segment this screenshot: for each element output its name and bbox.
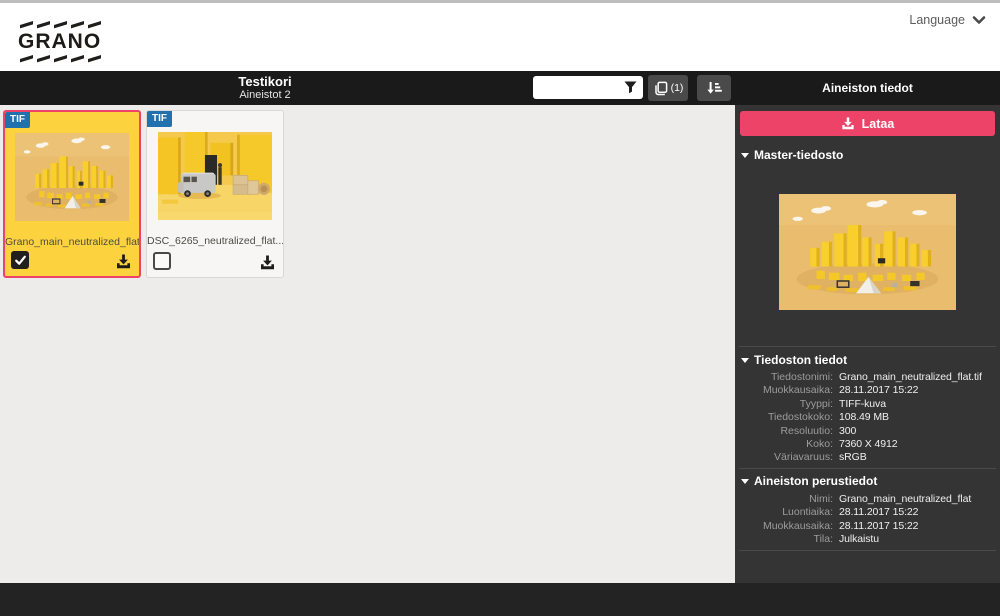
section-divider [739,346,996,347]
logo-text: GRANO [18,30,101,53]
section-title: Aineiston perustiedot [754,474,878,488]
collapse-caret-icon [741,152,749,158]
download-icon[interactable] [259,255,276,270]
details-panel: Lataa Master-tiedosto Tiedoston tiedot T… [735,105,1000,583]
detail-row: Nimi: Grano_main_neutralized_flat [735,493,998,506]
section-tiedoston-tiedot[interactable]: Tiedoston tiedot [741,353,847,367]
master-file-preview[interactable] [778,193,957,311]
section-divider [739,468,996,469]
footer-bar [0,583,1000,616]
detail-label: Koko: [806,438,833,451]
detail-value: 28.11.2017 15:22 [839,506,919,519]
toolbar: Testikori Aineistot 2 Aineiston tiedot [0,71,1000,105]
detail-row: Tiedostonimi: Grano_main_neutralized_fla… [735,371,998,384]
download-button[interactable]: Lataa [740,111,995,136]
detail-value: 300 [839,424,857,437]
detail-row: Tila: Julkaistu [735,533,998,546]
detail-label: Muokkausaika: [762,519,833,532]
asset-filename: Grano_main_neutralized_flat [5,236,139,248]
detail-value: 28.11.2017 15:22 [839,519,919,532]
download-button-label: Lataa [861,116,895,131]
collapse-caret-icon [741,357,749,363]
detail-row: Koko: 7360 X 4912 [735,438,998,451]
toolbar-title-block: Testikori Aineistot 2 [0,71,530,105]
detail-label: Tiedostonimi: [770,371,833,383]
app-window: GRANO Language Testikori Aineistot 2 Ain… [0,0,1000,616]
section-master-tiedosto[interactable]: Master-tiedosto [741,148,843,162]
language-dropdown[interactable]: Language [909,13,986,27]
detail-row: Luontiaika: 28.11.2017 15:22 [735,506,998,519]
asset-filename: DSC_6265_neutralized_flat... [147,235,283,247]
asset-thumbnail[interactable] [158,132,272,220]
file-details-list: Tiedostonimi: Grano_main_neutralized_fla… [735,371,998,465]
copies-icon [654,81,667,95]
download-icon[interactable] [115,254,132,269]
search-box [533,76,643,99]
basket-count: Aineistot 2 [239,88,291,101]
asset-checkbox-unchecked[interactable] [153,252,171,270]
detail-row: Resoluutio: 300 [735,425,998,438]
detail-row: Tiedostokoko: 108.49 MB [735,411,998,424]
grano-logo-graphic: GRANO [18,21,101,63]
asset-card-selected[interactable]: TIF Grano_main_neutralized_flat [3,110,141,278]
filetype-badge: TIF [5,112,30,128]
sort-amount-icon [707,82,722,94]
detail-value: Grano_main_neutralized_flat [839,493,972,505]
page-header: GRANO Language [0,3,1000,71]
section-title: Tiedoston tiedot [754,353,848,367]
section-divider [739,550,996,551]
basket-title: Testikori [238,73,292,89]
detail-label: Muokkausaika: [762,384,833,397]
chevron-down-icon [972,16,986,24]
detail-label: Resoluutio: [780,424,833,437]
detail-row: Väriavaruus: sRGB [735,451,998,464]
asset-checkbox-checked[interactable] [11,251,29,269]
detail-label: Nimi: [809,493,833,505]
detail-value: 108.49 MB [839,411,889,424]
selection-count-label: (1) [670,82,684,94]
asset-grid: TIF Grano_main_neutralized_flat TIF DSC_… [0,105,735,583]
detail-label: Väriavaruus: [774,451,833,464]
detail-value: Grano_main_neutralized_flat.tif [839,371,982,383]
detail-value: 7360 X 4912 [839,438,898,451]
detail-label: Tyyppi: [799,397,833,410]
section-aineiston-perustiedot[interactable]: Aineiston perustiedot [741,474,877,488]
detail-value: sRGB [839,451,867,464]
collapse-caret-icon [741,478,749,484]
panel-header-title: Aineiston tiedot [822,81,913,95]
filetype-badge: TIF [147,111,172,127]
language-label: Language [909,13,965,27]
filter-funnel-icon[interactable] [624,81,637,94]
detail-label: Tila: [813,533,833,546]
detail-value: Julkaistu [839,533,879,546]
detail-value: 28.11.2017 15:22 [839,384,919,397]
asset-card[interactable]: TIF DSC_6265_neutralized_flat... [146,110,284,278]
detail-value: TIFF-kuva [839,397,886,410]
grano-logo[interactable]: GRANO [12,15,108,65]
section-title: Master-tiedosto [754,148,844,162]
asset-thumbnail[interactable] [15,133,129,221]
selection-count-button[interactable]: (1) [648,75,688,101]
detail-row: Muokkausaika: 28.11.2017 15:22 [735,384,998,397]
detail-label: Tiedostokoko: [768,411,833,424]
detail-row: Muokkausaika: 28.11.2017 15:22 [735,520,998,533]
download-icon [842,117,854,130]
detail-row: Tyyppi: TIFF-kuva [735,398,998,411]
detail-label: Luontiaika: [782,506,833,519]
sort-button[interactable] [697,75,731,101]
check-icon [14,255,26,265]
basic-details-list: Nimi: Grano_main_neutralized_flat Luonti… [735,493,998,547]
